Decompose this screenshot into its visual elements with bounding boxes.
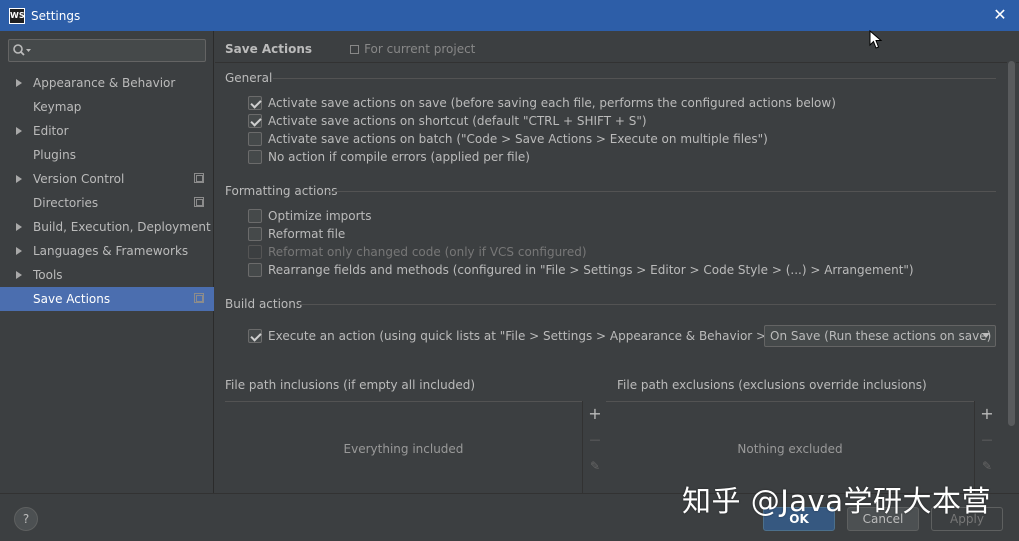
sidebar-item-label: Tools — [33, 268, 63, 282]
section-divider — [273, 78, 996, 79]
expand-arrow-icon[interactable] — [16, 223, 22, 231]
expand-arrow-icon[interactable] — [16, 271, 22, 279]
settings-tree: Appearance & Behavior Keymap Editor Plugins… — [0, 71, 214, 311]
expand-arrow-icon[interactable] — [16, 79, 22, 87]
window-title: Settings — [31, 8, 81, 23]
inclusions-empty-text: Everything included — [343, 442, 464, 456]
checkbox-box[interactable] — [248, 114, 262, 128]
sidebar-item[interactable]: Editor — [0, 119, 214, 143]
sidebar-item[interactable]: Plugins — [0, 143, 214, 167]
option-checkbox[interactable]: Activate save actions on shortcut (defau… — [248, 112, 647, 130]
scope-indicator: For current project — [350, 42, 475, 56]
add-exclusion-button[interactable]: + — [980, 406, 994, 422]
remove-exclusion-button[interactable]: — — [980, 433, 994, 447]
save-actions-panel: Save Actions For current project General… — [215, 31, 1019, 493]
sidebar-item[interactable]: Save Actions — [0, 287, 214, 311]
sidebar-item[interactable]: Keymap — [0, 95, 214, 119]
quick-list-value: On Save (Run these actions on save) — [770, 329, 992, 343]
checkbox-box[interactable] — [248, 329, 262, 343]
section-divider — [328, 191, 996, 192]
checkbox-box[interactable] — [248, 209, 262, 223]
sidebar-item-label: Build, Execution, Deployment — [33, 220, 211, 234]
header-divider — [215, 62, 1019, 63]
checkbox-box[interactable] — [248, 132, 262, 146]
sidebar-item-label: Appearance & Behavior — [33, 76, 176, 90]
webstorm-app-icon: WS — [9, 7, 25, 24]
execute-action-checkbox[interactable]: Execute an action (using quick lists at … — [248, 327, 840, 345]
sidebar-item-label: Plugins — [33, 148, 76, 162]
settings-sidebar: Appearance & Behavior Keymap Editor Plugins… — [0, 31, 214, 493]
sidebar-item-label: Languages & Frameworks — [33, 244, 189, 258]
chevron-down-icon — [982, 333, 990, 338]
scope-label: For current project — [364, 42, 476, 56]
search-input[interactable] — [8, 39, 206, 62]
sidebar-item[interactable]: Tools — [0, 263, 214, 287]
sidebar-item[interactable]: Appearance & Behavior — [0, 71, 214, 95]
checkbox-label: Reformat file — [268, 227, 346, 241]
option-checkbox[interactable]: Reformat file — [248, 225, 345, 243]
page-title: Save Actions — [225, 42, 313, 56]
checkbox-label: Execute an action (using quick lists at … — [268, 329, 841, 343]
sidebar-item[interactable]: Version Control — [0, 167, 214, 191]
checkbox-label: Activate save actions on save (before sa… — [268, 96, 836, 110]
quick-list-select[interactable]: On Save (Run these actions on save) — [764, 325, 996, 347]
checkbox-label: Activate save actions on batch ("Code > … — [268, 132, 768, 146]
option-checkbox[interactable]: No action if compile errors (applied per… — [248, 148, 530, 166]
sidebar-item[interactable]: Directories — [0, 191, 214, 215]
checkbox-box[interactable] — [248, 96, 262, 110]
close-icon[interactable]: ✕ — [991, 6, 1009, 24]
checkbox-box[interactable] — [248, 227, 262, 241]
option-checkbox[interactable]: Activate save actions on save (before sa… — [248, 94, 836, 112]
inclusions-list[interactable]: Everything included — [225, 401, 582, 493]
help-button[interactable]: ? — [14, 507, 38, 531]
checkbox-label: Rearrange fields and methods (configured… — [268, 263, 914, 277]
section-formatting-title: Formatting actions — [225, 184, 338, 198]
checkbox-label: Activate save actions on shortcut (defau… — [268, 114, 647, 128]
option-checkbox[interactable]: Activate save actions on batch ("Code > … — [248, 130, 768, 148]
exclusions-empty-text: Nothing excluded — [737, 442, 843, 456]
checkbox-label: No action if compile errors (applied per… — [268, 150, 530, 164]
expand-arrow-icon[interactable] — [16, 247, 22, 255]
sidebar-item[interactable]: Languages & Frameworks — [0, 239, 214, 263]
project-scope-icon — [194, 173, 204, 183]
section-build-title: Build actions — [225, 297, 303, 311]
sidebar-item-label: Save Actions — [33, 292, 111, 306]
expand-arrow-icon[interactable] — [16, 175, 22, 183]
search-icon[interactable] — [12, 43, 32, 59]
sidebar-item-label: Version Control — [33, 172, 125, 186]
title-bar: WS Settings ✕ — [0, 0, 1019, 31]
scroll-thumb[interactable] — [1008, 61, 1015, 426]
checkbox-label: Reformat only changed code (only if VCS … — [268, 245, 587, 259]
project-scope-icon — [350, 44, 360, 54]
expand-arrow-icon[interactable] — [16, 127, 22, 135]
exclusions-label: File path exclusions (exclusions overrid… — [617, 378, 927, 392]
checkbox-box[interactable] — [248, 150, 262, 164]
sidebar-item-label: Directories — [33, 196, 99, 210]
edit-inclusion-button[interactable]: ✎ — [588, 459, 602, 473]
sidebar-item-label: Keymap — [33, 100, 82, 114]
checkbox-box[interactable] — [248, 263, 262, 277]
sidebar-item-label: Editor — [33, 124, 69, 138]
checkbox-box[interactable] — [248, 245, 262, 259]
edit-exclusion-button[interactable]: ✎ — [980, 459, 994, 473]
inclusions-label: File path inclusions (if empty all inclu… — [225, 378, 476, 392]
option-checkbox[interactable]: Reformat only changed code (only if VCS … — [248, 243, 587, 261]
project-scope-icon — [194, 197, 204, 207]
option-checkbox[interactable]: Optimize imports — [248, 207, 372, 225]
option-checkbox[interactable]: Rearrange fields and methods (configured… — [248, 261, 914, 279]
sidebar-item[interactable]: Build, Execution, Deployment — [0, 215, 214, 239]
vertical-scrollbar[interactable] — [1007, 61, 1016, 426]
panel-header: Save Actions For current project — [225, 41, 475, 57]
checkbox-label: Optimize imports — [268, 209, 372, 223]
add-inclusion-button[interactable]: + — [588, 406, 602, 422]
inclusions-toolbar: + — ✎ — [582, 401, 606, 493]
section-divider — [299, 304, 996, 305]
section-general-title: General — [225, 71, 273, 85]
remove-inclusion-button[interactable]: — — [588, 433, 602, 447]
mouse-cursor-icon — [869, 30, 883, 49]
project-scope-icon — [194, 293, 204, 303]
watermark-text: 知乎 @Java学研大本营 — [682, 484, 991, 518]
